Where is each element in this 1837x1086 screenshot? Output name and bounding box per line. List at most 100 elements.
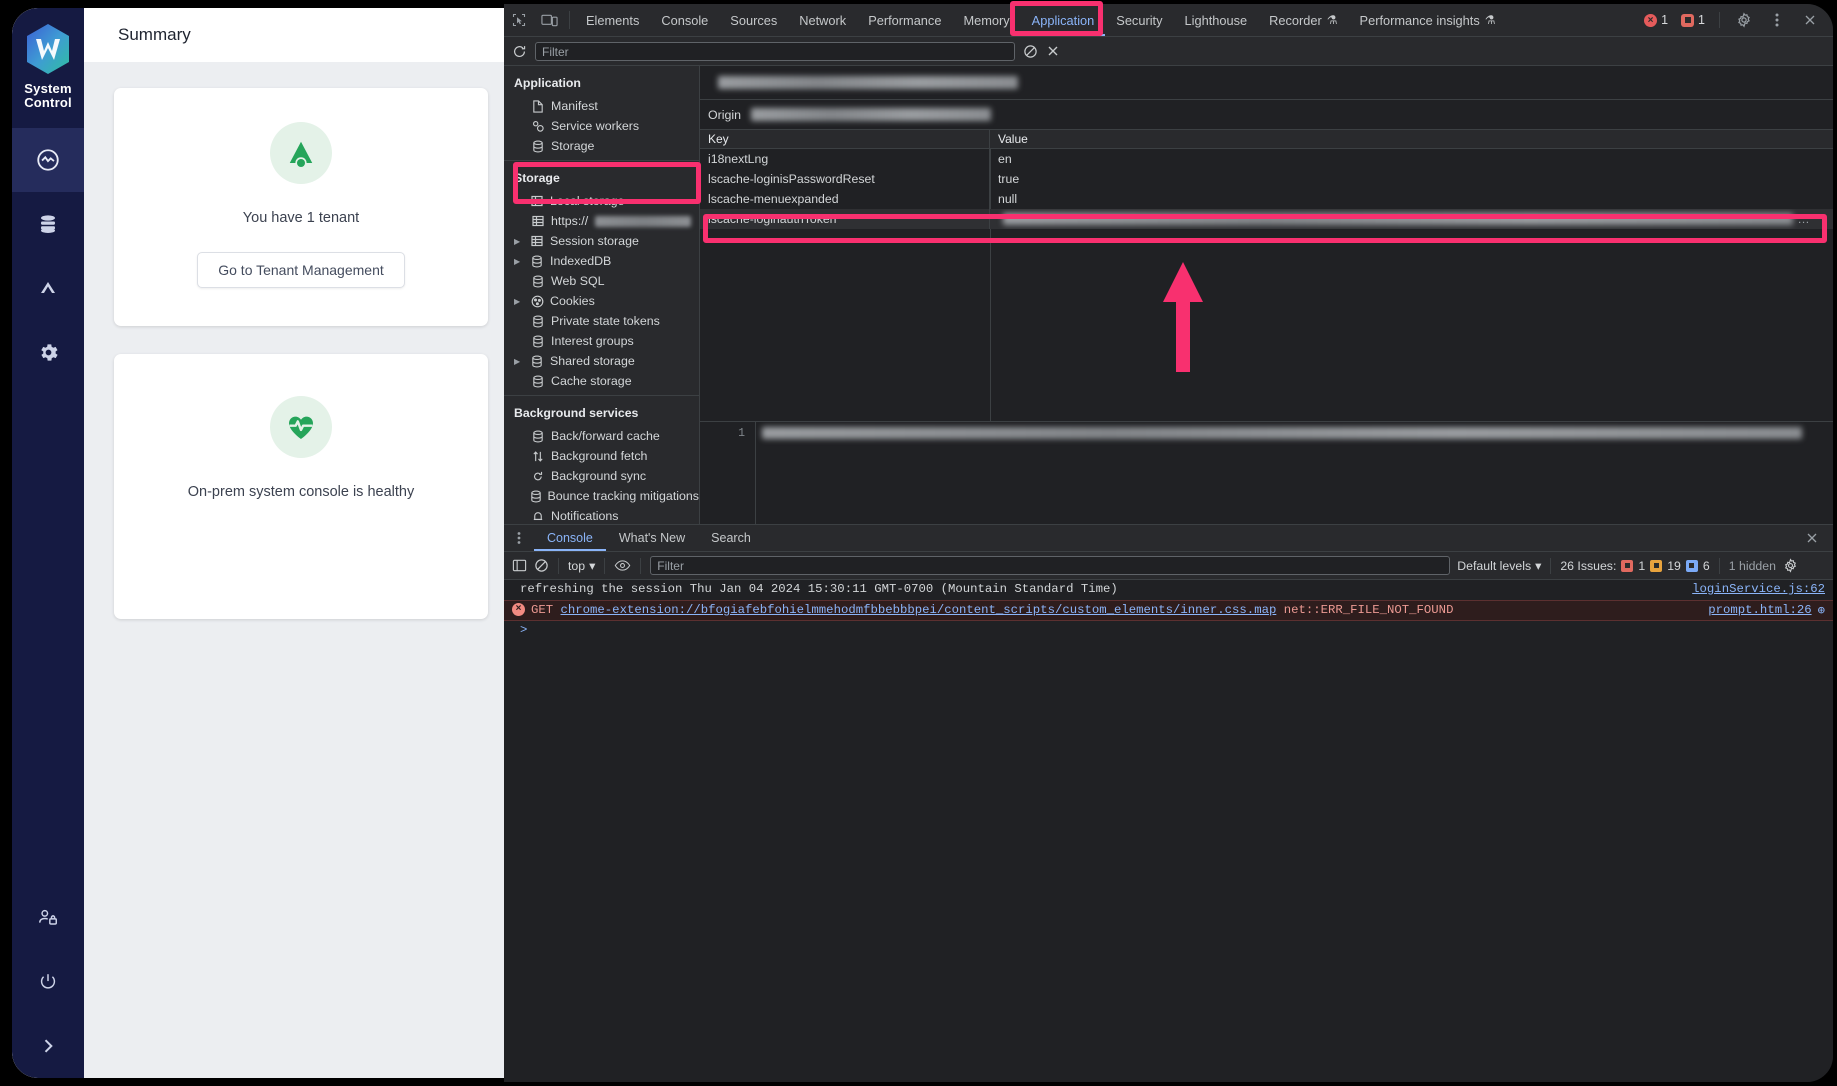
live-expression-button[interactable] <box>614 559 631 572</box>
twisty-collapsed-icon[interactable]: ▶ <box>514 237 524 246</box>
tree-item-label: Manifest <box>551 99 598 113</box>
issues-summary[interactable]: 26 Issues: 1 19 6 <box>1560 559 1709 573</box>
storage-filter-input[interactable]: Filter <box>535 42 1015 61</box>
devtools-settings-button[interactable] <box>1729 12 1759 28</box>
drawer-tab-bar: ConsoleWhat's NewSearch <box>504 525 1833 552</box>
console-prompt-row[interactable]: > <box>504 621 1833 641</box>
console-settings-button[interactable] <box>1783 558 1798 573</box>
refresh-button[interactable] <box>512 44 527 59</box>
twisty-expanded-icon[interactable]: ▼ <box>514 197 524 206</box>
tab-lighthouse[interactable]: Lighthouse <box>1174 4 1259 36</box>
tree-item-https-[interactable]: https:// <box>504 211 699 231</box>
clear-console-button[interactable] <box>534 558 549 573</box>
cell-value[interactable]: "… <box>990 209 1833 229</box>
cell-value[interactable]: en <box>990 149 1833 169</box>
tab-security[interactable]: Security <box>1105 4 1173 36</box>
tab-recorder[interactable]: Recorder⚗ <box>1258 4 1348 36</box>
drawer-tab-console[interactable]: Console <box>534 525 606 551</box>
sidebar-item-dashboard[interactable] <box>12 128 84 192</box>
console-error-source-link[interactable]: prompt.html:26 <box>1696 603 1811 617</box>
tab-application[interactable]: Application <box>1021 4 1106 36</box>
sidebar-item-settings[interactable] <box>12 320 84 384</box>
sidebar-item-tenants[interactable] <box>12 256 84 320</box>
console-log-source-link[interactable]: loginService.js:62 <box>1680 582 1825 596</box>
kebab-menu-icon <box>1775 12 1779 28</box>
table-row[interactable]: i18nextLngen <box>700 149 1833 169</box>
tree-item-storage[interactable]: Storage <box>504 136 699 156</box>
tree-item-private-state-tokens[interactable]: Private state tokens <box>504 311 699 331</box>
console-error-link[interactable]: chrome-extension://bfogiafebfohielmmehod… <box>561 603 1277 617</box>
devtools-more-options-button[interactable] <box>1762 12 1792 28</box>
bell-icon <box>530 510 546 523</box>
tree-item-back-forward-cache[interactable]: Back/forward cache <box>504 426 699 446</box>
cell-key[interactable]: lscache-loginauthToken <box>700 209 990 229</box>
column-header-value[interactable]: Value <box>990 130 1028 148</box>
activity-circle-icon <box>35 147 61 173</box>
sidebar-item-user-access[interactable] <box>12 886 84 950</box>
tree-item-bounce-tracking-mitigations[interactable]: Bounce tracking mitigations <box>504 486 699 506</box>
tree-item-manifest[interactable]: Manifest <box>504 96 699 116</box>
console-filter-input[interactable]: Filter <box>650 556 1450 575</box>
tree-item-interest-groups[interactable]: Interest groups <box>504 331 699 351</box>
cell-value[interactable]: true <box>990 169 1833 189</box>
console-levels-selector[interactable]: Default levels ▾ <box>1457 559 1541 573</box>
table-row[interactable]: lscache-menuexpandednull <box>700 189 1833 209</box>
drawer-more-options-button[interactable] <box>504 525 534 551</box>
console-sidebar-toggle-button[interactable] <box>512 558 527 573</box>
table-row[interactable]: lscache-loginisPasswordResettrue <box>700 169 1833 189</box>
tab-elements[interactable]: Elements <box>575 4 650 36</box>
toggle-device-toolbar-button[interactable] <box>534 4 564 36</box>
column-header-key[interactable]: Key <box>700 130 990 148</box>
cell-key[interactable]: lscache-menuexpanded <box>700 189 990 209</box>
tree-item-shared-storage[interactable]: ▶Shared storage <box>504 351 699 371</box>
sidebar-item-database[interactable] <box>12 192 84 256</box>
tab-performance-insights[interactable]: Performance insights⚗ <box>1349 4 1507 36</box>
devtools-close-button[interactable] <box>1795 13 1825 27</box>
issue-icon <box>1681 14 1694 27</box>
console-error-row[interactable]: × GET chrome-extension://bfogiafebfohiel… <box>504 600 1833 621</box>
tab-sources[interactable]: Sources <box>719 4 788 36</box>
tenant-card-text: You have 1 tenant <box>243 210 359 226</box>
sidebar-expand-button[interactable] <box>12 1014 84 1078</box>
cell-key[interactable]: i18nextLng <box>700 149 990 169</box>
gear-icon <box>37 341 60 364</box>
twisty-collapsed-icon[interactable]: ▶ <box>514 357 524 366</box>
clear-storage-button[interactable] <box>1023 44 1038 59</box>
tree-item-service-workers[interactable]: Service workers <box>504 116 699 136</box>
sidebar-item-power[interactable] <box>12 950 84 1014</box>
issue-count-badge[interactable]: 1 <box>1676 13 1710 27</box>
tab-memory[interactable]: Memory <box>952 4 1020 36</box>
console-context-selector[interactable]: top ▾ <box>568 559 595 573</box>
tree-item-background-fetch[interactable]: Background fetch <box>504 446 699 466</box>
drawer-close-button[interactable] <box>1797 525 1827 551</box>
delete-selected-button[interactable] <box>1046 44 1060 58</box>
drawer-tab-search[interactable]: Search <box>698 525 764 551</box>
tree-item-notifications[interactable]: Notifications <box>504 506 699 524</box>
tree-item-cookies[interactable]: ▶Cookies <box>504 291 699 311</box>
app-rail-items <box>12 128 84 384</box>
cell-key[interactable]: lscache-loginisPasswordReset <box>700 169 990 189</box>
tab-console[interactable]: Console <box>650 4 719 36</box>
inspect-element-button[interactable] <box>504 4 534 36</box>
twisty-collapsed-icon[interactable]: ▶ <box>514 257 524 266</box>
tree-item-session-storage[interactable]: ▶Session storage <box>504 231 699 251</box>
twisty-collapsed-icon[interactable]: ▶ <box>514 297 524 306</box>
preview-value-redacted <box>762 427 1802 439</box>
request-info-icon[interactable]: ⊕ <box>1812 603 1825 618</box>
console-log-row[interactable]: refreshing the session Thu Jan 04 2024 1… <box>504 580 1833 600</box>
tree-item-cache-storage[interactable]: Cache storage <box>504 371 699 391</box>
table-row[interactable]: lscache-loginauthToken"… <box>700 209 1833 229</box>
go-to-tenant-management-button[interactable]: Go to Tenant Management <box>197 252 405 288</box>
tab-label: Sources <box>730 13 777 28</box>
tree-item-indexeddb[interactable]: ▶IndexedDB <box>504 251 699 271</box>
drawer-tab-what-s-new[interactable]: What's New <box>606 525 698 551</box>
tab-performance[interactable]: Performance <box>857 4 952 36</box>
tree-item-web-sql[interactable]: Web SQL <box>504 271 699 291</box>
database-icon <box>530 375 546 388</box>
error-count-badge[interactable]: × 1 <box>1639 13 1673 27</box>
tree-item-background-sync[interactable]: Background sync <box>504 466 699 486</box>
tab-network[interactable]: Network <box>788 4 857 36</box>
cell-value[interactable]: null <box>990 189 1833 209</box>
tree-item-local-storage[interactable]: ▼Local storage <box>504 191 699 211</box>
chevron-up-mark-icon <box>36 276 60 300</box>
